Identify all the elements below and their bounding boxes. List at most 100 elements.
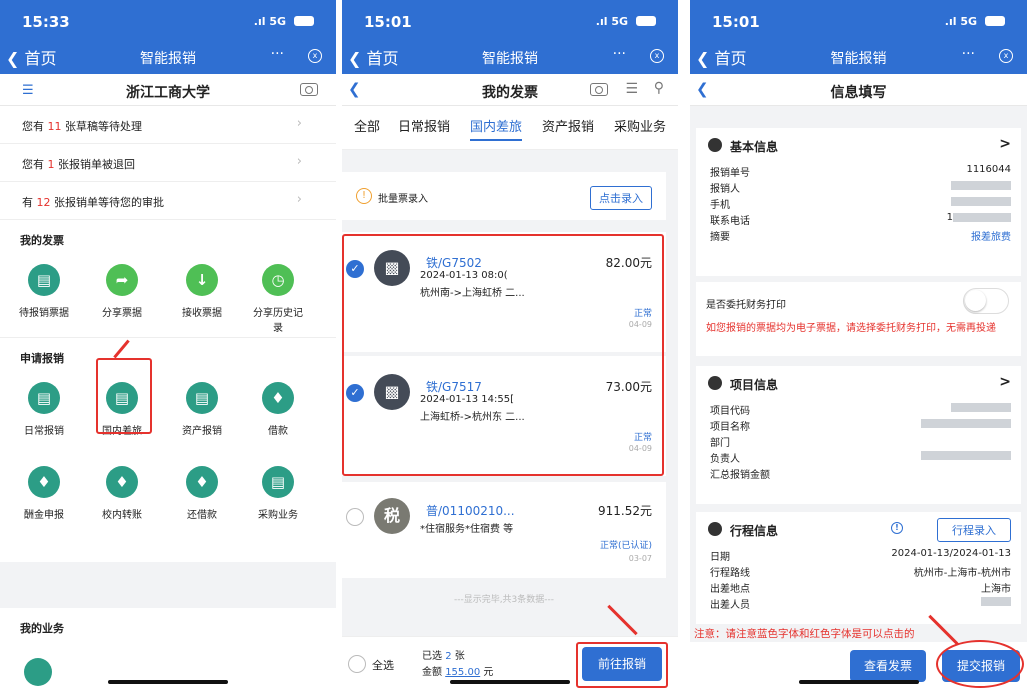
share-invoices-button[interactable]: ➦ 分享票据 (82, 264, 162, 319)
notice-returned[interactable]: 您有 1 张报销单被退回 › (0, 144, 336, 182)
amount-text: 元 (480, 667, 494, 678)
share-arrow-icon: ➦ (106, 264, 138, 296)
field-row: 报销单号 1116044 (696, 162, 1021, 179)
share-history-button[interactable]: ◷ 分享历史记 录 (238, 264, 318, 334)
field-value: 上海市 (981, 584, 1011, 595)
chevron-right-icon: › (296, 192, 302, 207)
info-icon: ! (356, 188, 372, 204)
trip-entry-button[interactable]: 行程录入 (937, 518, 1011, 542)
close-icon[interactable]: x (650, 49, 664, 63)
remuneration-button[interactable]: ♦ 酬金申报 (4, 466, 84, 521)
section-title: 我的发票 (20, 234, 64, 247)
tab-procurement[interactable]: 采购业务 (614, 116, 666, 135)
icon-label: 校内转账 (102, 510, 142, 521)
batch-entry-row: ! 批量票录入 点击录入 (342, 172, 666, 220)
battery-icon (636, 16, 656, 26)
section-title: 基本信息 (730, 140, 779, 154)
tab-daily[interactable]: 日常报销 (398, 116, 450, 135)
status-time: 15:01 (712, 13, 760, 31)
clock-icon: ◷ (262, 264, 294, 296)
entrust-warning[interactable]: 如您报销的票据均为电子票据，请选择委托财务打印，无需再投递 (706, 322, 1011, 336)
field-row: 手机 (696, 194, 1021, 211)
procurement-button[interactable]: ▤ 采购业务 (238, 466, 318, 521)
close-icon[interactable]: x (308, 49, 322, 63)
tab-all[interactable]: 全部 (354, 116, 380, 135)
field-row: 联系电话 1 (696, 210, 1021, 227)
signal-icon: .ıl 5G (253, 15, 286, 28)
my-business-section: 我的业务 (0, 608, 336, 690)
nav-title: 智能报销 (140, 51, 196, 67)
more-button[interactable]: ··· (962, 46, 975, 62)
batch-entry-button[interactable]: 点击录入 (590, 186, 652, 210)
pending-invoices-button[interactable]: ▤ 待报销票据 (4, 264, 84, 319)
select-all-label[interactable]: 全选 (372, 657, 394, 673)
notice-text: 张报销单被退回 (54, 158, 135, 171)
filter-icon[interactable]: ☰ (625, 81, 638, 97)
section-title: 行程信息 (730, 524, 779, 538)
notice-text: 您有 (22, 120, 48, 133)
tab-domestic-travel[interactable]: 国内差旅 (470, 116, 523, 141)
field-label: 部门 (710, 438, 730, 449)
more-button[interactable]: ··· (613, 46, 626, 62)
amount-text: 金额 (422, 667, 446, 678)
business-icon[interactable] (24, 658, 52, 686)
field-value: 杭州市-上海市-杭州市 (913, 568, 1011, 579)
chevron-right-icon: > (999, 136, 1011, 152)
notice-drafts[interactable]: 您有 11 张草稿等待处理 › (0, 106, 336, 144)
search-icon[interactable]: ⚲ (654, 80, 664, 96)
info-icon[interactable]: ! (891, 522, 903, 534)
icon-label: 待报销票据 (19, 308, 69, 319)
page-header: ❮ 我的发票 ☰ ⚲ (342, 74, 678, 106)
page-header: ❮ 信息填写 (690, 74, 1027, 106)
notice-approvals[interactable]: 有 12 张报销单等待您的审批 › (0, 182, 336, 220)
icon-label: 借款 (268, 426, 288, 437)
basic-info-card: 基本信息 > 报销单号 1116044 报销人 手机 联系电话 1 摘要 报差旅费 (696, 128, 1021, 276)
field-label: 联系电话 (710, 216, 750, 227)
selected-count: 已选 2 张 (422, 647, 465, 662)
tab-asset[interactable]: 资产报销 (542, 116, 594, 135)
nav-bar: ❮ 首页 智能报销 ··· x (690, 40, 1027, 74)
info-form-screen: 15:01 .ıl 5G ❮ 首页 智能报销 ··· x ❮ 信息填写 基本信息… (690, 0, 1027, 690)
clipboard-icon: ▤ (186, 382, 218, 414)
apply-section: 申请报销 ▤ 日常报销 ▤ 国内差旅 ▤ 资产报销 ♦ 借款 ♦ 酬金申报 ♦ … (0, 338, 336, 562)
camera-icon[interactable] (590, 83, 608, 96)
nav-bar: ❮ 首页 智能报销 ··· x (342, 40, 678, 74)
repay-loan-button[interactable]: ♦ 还借款 (162, 466, 242, 521)
close-icon[interactable]: x (999, 49, 1013, 63)
notice-count: 12 (36, 196, 51, 209)
summary-link[interactable]: 报差旅费 (971, 228, 1011, 243)
icon-label: 采购业务 (258, 510, 298, 521)
basic-info-header[interactable]: 基本信息 > (696, 128, 1021, 162)
home-indicator (450, 680, 570, 684)
edit-icon (708, 138, 722, 152)
field-label: 负责人 (710, 454, 740, 465)
ticket-code[interactable]: 普/01100210... (426, 502, 515, 519)
field-row: 汇总报销金额 (696, 464, 1021, 481)
daily-expense-button[interactable]: ▤ 日常报销 (4, 382, 84, 437)
loan-button[interactable]: ♦ 借款 (238, 382, 318, 437)
view-invoices-button[interactable]: 查看发票 (850, 650, 926, 682)
project-info-header[interactable]: 项目信息 > (696, 366, 1021, 400)
campus-transfer-button[interactable]: ♦ 校内转账 (82, 466, 162, 521)
camera-icon[interactable] (300, 83, 318, 96)
asset-expense-button[interactable]: ▤ 资产报销 (162, 382, 242, 437)
receive-invoices-button[interactable]: ↓ 接收票据 (162, 264, 242, 319)
signal-icon: .ıl 5G (944, 15, 977, 28)
ticket-date: 03-07 (628, 554, 652, 563)
checkbox-unchecked[interactable] (346, 508, 364, 526)
hand-money-icon: ♦ (186, 466, 218, 498)
hand-money-icon: ♦ (262, 382, 294, 414)
select-all-checkbox[interactable] (348, 655, 366, 673)
field-row: 项目代码 (696, 400, 1021, 417)
more-button[interactable]: ··· (271, 46, 284, 62)
trip-info-card: 行程信息 ! 行程录入 日期 2024-01-13/2024-01-13 行程路线… (696, 512, 1021, 624)
ticket-card[interactable]: 税 普/01100210... 911.52元 *住宿服务*住宿费 等 正常(已… (342, 482, 666, 578)
icon-label: 分享历史记 (253, 308, 303, 319)
click-notice: 注意：请注意蓝色字体和红色字体是可以点击的 (694, 628, 915, 640)
status-bar: 15:01 .ıl 5G (342, 0, 678, 40)
document-icon: ▤ (28, 382, 60, 414)
field-row: 负责人 (696, 448, 1021, 465)
status-bar: 15:01 .ıl 5G (690, 0, 1027, 40)
entrust-toggle[interactable] (963, 288, 1009, 314)
redacted-value (921, 450, 1011, 461)
